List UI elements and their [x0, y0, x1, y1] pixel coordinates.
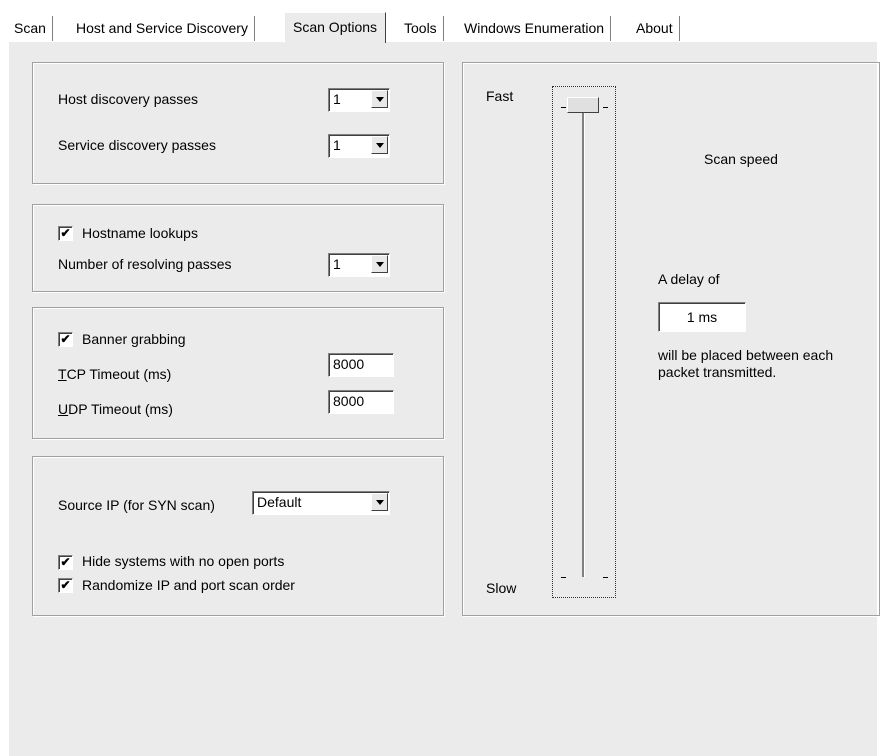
slider-tick-bottom-left: [561, 577, 566, 578]
scan-speed-slider[interactable]: [552, 86, 616, 598]
tcp-timeout-label: TCP Timeout (ms): [58, 366, 171, 382]
slider-tick-bottom-right: [603, 577, 608, 578]
service-discovery-label: Service discovery passes: [58, 137, 216, 153]
resolving-passes-label: Number of resolving passes: [58, 256, 232, 272]
service-discovery-passes-select[interactable]: 1: [328, 134, 390, 158]
hide-systems-checkbox[interactable]: ✔: [58, 555, 73, 570]
host-discovery-passes-value: 1: [333, 91, 341, 107]
delay-prefix-label: A delay of: [658, 271, 720, 287]
scan-speed-title: Scan speed: [704, 151, 778, 167]
service-discovery-passes-value: 1: [333, 137, 341, 153]
host-discovery-label: Host discovery passes: [58, 91, 199, 107]
hostname-lookups-checkbox[interactable]: ✔: [58, 226, 73, 241]
chevron-down-icon[interactable]: [371, 255, 388, 273]
chevron-down-icon[interactable]: [371, 136, 388, 154]
hostname-group: [32, 204, 444, 292]
source-ip-label: Source IP (for SYN scan): [58, 497, 215, 513]
randomize-order-label: Randomize IP and port scan order: [82, 577, 295, 593]
source-ip-select[interactable]: Default: [252, 491, 390, 515]
host-discovery-passes-select[interactable]: 1: [328, 88, 390, 112]
udp-timeout-label-text: DP Timeout (ms): [68, 401, 173, 417]
udp-timeout-mnemonic: U: [58, 401, 69, 417]
source-ip-value: Default: [257, 494, 302, 510]
slider-track: [582, 109, 585, 577]
slow-label: Slow: [486, 580, 517, 596]
resolving-passes-select[interactable]: 1: [328, 253, 390, 277]
chevron-down-icon[interactable]: [371, 90, 388, 108]
udp-timeout-label: UDP Timeout (ms): [58, 401, 173, 417]
resolving-passes-value: 1: [333, 256, 341, 272]
tcp-timeout-label-text: CP Timeout (ms): [66, 366, 172, 382]
hostname-lookups-label: Hostname lookups: [82, 225, 198, 241]
randomize-order-checkbox[interactable]: ✔: [58, 578, 73, 593]
delay-suffix-label: will be placed between each packet trans…: [658, 347, 834, 380]
slider-tick-top-right: [603, 107, 608, 108]
discovery-passes-group: [32, 62, 444, 184]
fast-label: Fast: [486, 88, 514, 104]
tcp-timeout-mnemonic: T: [58, 366, 67, 382]
delay-value-field: 1 ms: [658, 302, 746, 332]
hide-systems-label: Hide systems with no open ports: [82, 553, 285, 569]
banner-grabbing-checkbox[interactable]: ✔: [58, 332, 73, 347]
banner-grabbing-label: Banner grabbing: [82, 331, 186, 347]
slider-tick-top-left: [561, 107, 566, 108]
udp-timeout-input[interactable]: 8000: [328, 390, 394, 414]
chevron-down-icon[interactable]: [371, 493, 388, 511]
tcp-timeout-input[interactable]: 8000: [328, 353, 394, 377]
slider-thumb[interactable]: [567, 97, 599, 113]
scan-speed-group: [462, 62, 880, 616]
